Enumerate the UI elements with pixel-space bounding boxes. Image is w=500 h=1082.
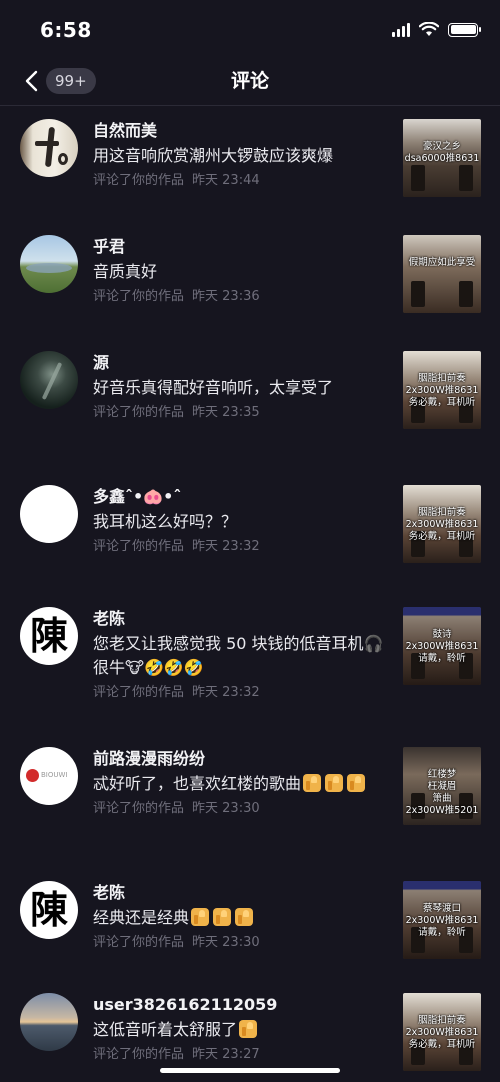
comment-time: 昨天 23:44 bbox=[192, 173, 260, 188]
comment-body: 乎君音质真好评论了你的作品 昨天 23:36 bbox=[93, 236, 391, 307]
thumbnail-caption: 豪汉之乡 dsa6000推8631 bbox=[404, 141, 480, 164]
user-avatar[interactable]: 陳 bbox=[20, 881, 78, 939]
comment-time: 昨天 23:30 bbox=[192, 935, 260, 950]
comment-action: 评论了你的作品 bbox=[93, 1047, 185, 1062]
thumbs-up-icon bbox=[235, 908, 254, 926]
comment-text: 好音乐真得配好音响听，太享受了 bbox=[93, 378, 334, 397]
comment-text: 您老又让我感觉我 50 块钱的低音耳机🎧很牛🐮🤣🤣🤣 bbox=[93, 634, 384, 677]
thumbs-up-icon bbox=[213, 908, 232, 926]
commenter-name[interactable]: user3826162112059 bbox=[93, 994, 391, 1016]
back-arrow-icon bbox=[25, 70, 38, 92]
comment-body: 老陈您老又让我感觉我 50 块钱的低音耳机🎧很牛🐮🤣🤣🤣 评论了你的作品 昨天 23… bbox=[93, 608, 391, 703]
comment-action: 评论了你的作品 bbox=[93, 173, 185, 188]
comment-text: 忒好听了，也喜欢红楼的歌曲 bbox=[93, 772, 391, 796]
video-thumbnail[interactable]: 豪汉之乡 dsa6000推8631 bbox=[403, 119, 481, 197]
status-icons bbox=[392, 22, 481, 37]
comment-list: 自然而美 用这音响欣赏潮州大锣鼓应该爽爆 评论了你的作品 昨天 23:44 豪汉之乡 d… bbox=[0, 107, 500, 1082]
comment-item[interactable]: BIOUWI 前路漫漫雨纷纷 忒好听了，也喜欢红楼的歌曲评论了你的作品 昨天 23:3… bbox=[0, 735, 500, 869]
battery-icon bbox=[448, 22, 481, 37]
thumbnail-caption: 蔡琴渡口 2x300W推8631 请戴，聆听 bbox=[405, 903, 479, 938]
comment-meta: 评论了你的作品 昨天 23:27 bbox=[93, 1045, 391, 1065]
user-avatar[interactable] bbox=[20, 235, 78, 293]
video-thumbnail[interactable]: 胭脂扣前奏 2x300W推8631 务必戴，耳机听 bbox=[403, 351, 481, 429]
comment-time: 昨天 23:36 bbox=[192, 289, 260, 304]
comment-body: user3826162112059 这低音听着太舒服了评论了你的作品 昨天 23:2… bbox=[93, 994, 391, 1065]
thumbnail-caption: 假期应如此享受 bbox=[408, 257, 476, 268]
status-bar: 6:58 bbox=[0, 0, 500, 58]
thumbs-up-icon bbox=[325, 774, 344, 792]
comment-item[interactable]: user3826162112059 这低音听着太舒服了评论了你的作品 昨天 23:2… bbox=[0, 981, 500, 1082]
comment-meta: 评论了你的作品 昨天 23:36 bbox=[93, 287, 391, 307]
commenter-name[interactable]: 自然而美 bbox=[93, 120, 391, 142]
video-thumbnail[interactable]: 假期应如此享受 bbox=[403, 235, 481, 313]
comment-item[interactable]: 陳老陈 经典还是经典评论了你的作品 昨天 23:30 蔡琴渡口 2x300W推8631… bbox=[0, 869, 500, 981]
commenter-name[interactable]: 多鑫ˆ•🐽•ˆ bbox=[93, 486, 391, 508]
thumbnail-caption: 胭脂扣前奏 2x300W推8631 务必戴，耳机听 bbox=[405, 1015, 479, 1050]
comment-text: 经典还是经典 bbox=[93, 906, 391, 930]
signal-icon bbox=[392, 22, 410, 37]
comment-text: 我耳机这么好吗？？ bbox=[93, 512, 238, 531]
user-avatar[interactable]: BIOUWI bbox=[20, 747, 78, 805]
comment-item[interactable]: 自然而美用这音响欣赏潮州大锣鼓应该爽爆评论了你的作品 昨天 23:44 豪汉之乡 d… bbox=[0, 107, 500, 223]
comment-meta: 评论了你的作品 昨天 23:30 bbox=[93, 933, 391, 953]
comment-text: 用这音响欣赏潮州大锣鼓应该爽爆 bbox=[93, 146, 334, 165]
comment-time: 昨天 23:27 bbox=[192, 1047, 260, 1062]
status-time: 6:58 bbox=[40, 18, 92, 42]
comment-time: 昨天 23:32 bbox=[192, 685, 260, 700]
unread-count-badge[interactable]: 99+ bbox=[46, 68, 96, 94]
comment-action: 评论了你的作品 bbox=[93, 539, 185, 554]
comment-meta: 评论了你的作品 昨天 23:32 bbox=[93, 537, 391, 557]
comment-action: 评论了你的作品 bbox=[93, 405, 185, 420]
comment-action: 评论了你的作品 bbox=[93, 801, 185, 816]
video-thumbnail[interactable]: 胭脂扣前奏 2x300W推8631 务必戴，耳机听 bbox=[403, 485, 481, 563]
comment-time: 昨天 23:32 bbox=[192, 539, 260, 554]
comment-body: 自然而美用这音响欣赏潮州大锣鼓应该爽爆评论了你的作品 昨天 23:44 bbox=[93, 120, 391, 191]
thumbnail-caption: 胭脂扣前奏 2x300W推8631 务必戴，耳机听 bbox=[405, 373, 479, 408]
comment-body: 老陈 经典还是经典评论了你的作品 昨天 23:30 bbox=[93, 882, 391, 953]
thumbs-up-icon bbox=[239, 1020, 258, 1038]
commenter-name[interactable]: 老陈 bbox=[93, 608, 391, 630]
home-indicator[interactable] bbox=[160, 1068, 340, 1073]
comment-item[interactable]: 多鑫ˆ•🐽•ˆ 我耳机这么好吗？？ 评论了你的作品 昨天 23:32 胭脂扣前奏 2x3… bbox=[0, 473, 500, 595]
thumbnail-caption: 红楼梦 枉凝眉 箫曲 2x300W推5201 bbox=[405, 769, 479, 816]
user-avatar[interactable] bbox=[20, 119, 78, 177]
back-button[interactable] bbox=[18, 68, 44, 94]
comment-body: 前路漫漫雨纷纷 忒好听了，也喜欢红楼的歌曲评论了你的作品 昨天 23:30 bbox=[93, 748, 391, 819]
user-avatar[interactable]: 陳 bbox=[20, 607, 78, 665]
comment-meta: 评论了你的作品 昨天 23:35 bbox=[93, 403, 391, 423]
comment-time: 昨天 23:35 bbox=[192, 405, 260, 420]
commenter-name[interactable]: 乎君 bbox=[93, 236, 391, 258]
commenter-name[interactable]: 前路漫漫雨纷纷 bbox=[93, 748, 391, 770]
user-avatar[interactable] bbox=[20, 351, 78, 409]
thumbnail-caption: 鼓诗 2x300W推8631 请戴，聆听 bbox=[405, 629, 479, 664]
nav-bar: 99+ 评论 bbox=[0, 58, 500, 106]
thumbnail-caption: 胭脂扣前奏 2x300W推8631 务必戴，耳机听 bbox=[405, 507, 479, 542]
thumbs-up-icon bbox=[191, 908, 210, 926]
comment-body: 源好音乐真得配好音响听，太享受了评论了你的作品 昨天 23:35 bbox=[93, 352, 391, 423]
video-thumbnail[interactable]: 蔡琴渡口 2x300W推8631 请戴，聆听 bbox=[403, 881, 481, 959]
wifi-icon bbox=[419, 22, 439, 36]
commenter-name[interactable]: 源 bbox=[93, 352, 391, 374]
comment-time: 昨天 23:30 bbox=[192, 801, 260, 816]
video-thumbnail[interactable]: 胭脂扣前奏 2x300W推8631 务必戴，耳机听 bbox=[403, 993, 481, 1071]
comment-item[interactable]: 陳老陈您老又让我感觉我 50 块钱的低音耳机🎧很牛🐮🤣🤣🤣 评论了你的作品 昨天 2… bbox=[0, 595, 500, 735]
comment-item[interactable]: 源好音乐真得配好音响听，太享受了评论了你的作品 昨天 23:35 胭脂扣前奏 2x3… bbox=[0, 339, 500, 473]
comment-item[interactable]: 乎君音质真好评论了你的作品 昨天 23:36 假期应如此享受 bbox=[0, 223, 500, 339]
user-avatar[interactable] bbox=[20, 993, 78, 1051]
comment-meta: 评论了你的作品 昨天 23:44 bbox=[93, 171, 391, 191]
comment-text: 这低音听着太舒服了 bbox=[93, 1018, 391, 1042]
thumbs-up-icon bbox=[303, 774, 322, 792]
comment-action: 评论了你的作品 bbox=[93, 935, 185, 950]
user-avatar[interactable] bbox=[20, 485, 78, 543]
video-thumbnail[interactable]: 红楼梦 枉凝眉 箫曲 2x300W推5201 bbox=[403, 747, 481, 825]
comment-meta: 评论了你的作品 昨天 23:30 bbox=[93, 799, 391, 819]
comment-action: 评论了你的作品 bbox=[93, 685, 185, 700]
commenter-name[interactable]: 老陈 bbox=[93, 882, 391, 904]
comment-body: 多鑫ˆ•🐽•ˆ 我耳机这么好吗？？ 评论了你的作品 昨天 23:32 bbox=[93, 486, 391, 557]
comment-meta: 评论了你的作品 昨天 23:32 bbox=[93, 683, 391, 703]
thumbs-up-icon bbox=[347, 774, 366, 792]
comment-action: 评论了你的作品 bbox=[93, 289, 185, 304]
video-thumbnail[interactable]: 鼓诗 2x300W推8631 请戴，聆听 bbox=[403, 607, 481, 685]
comment-text: 音质真好 bbox=[93, 262, 158, 281]
